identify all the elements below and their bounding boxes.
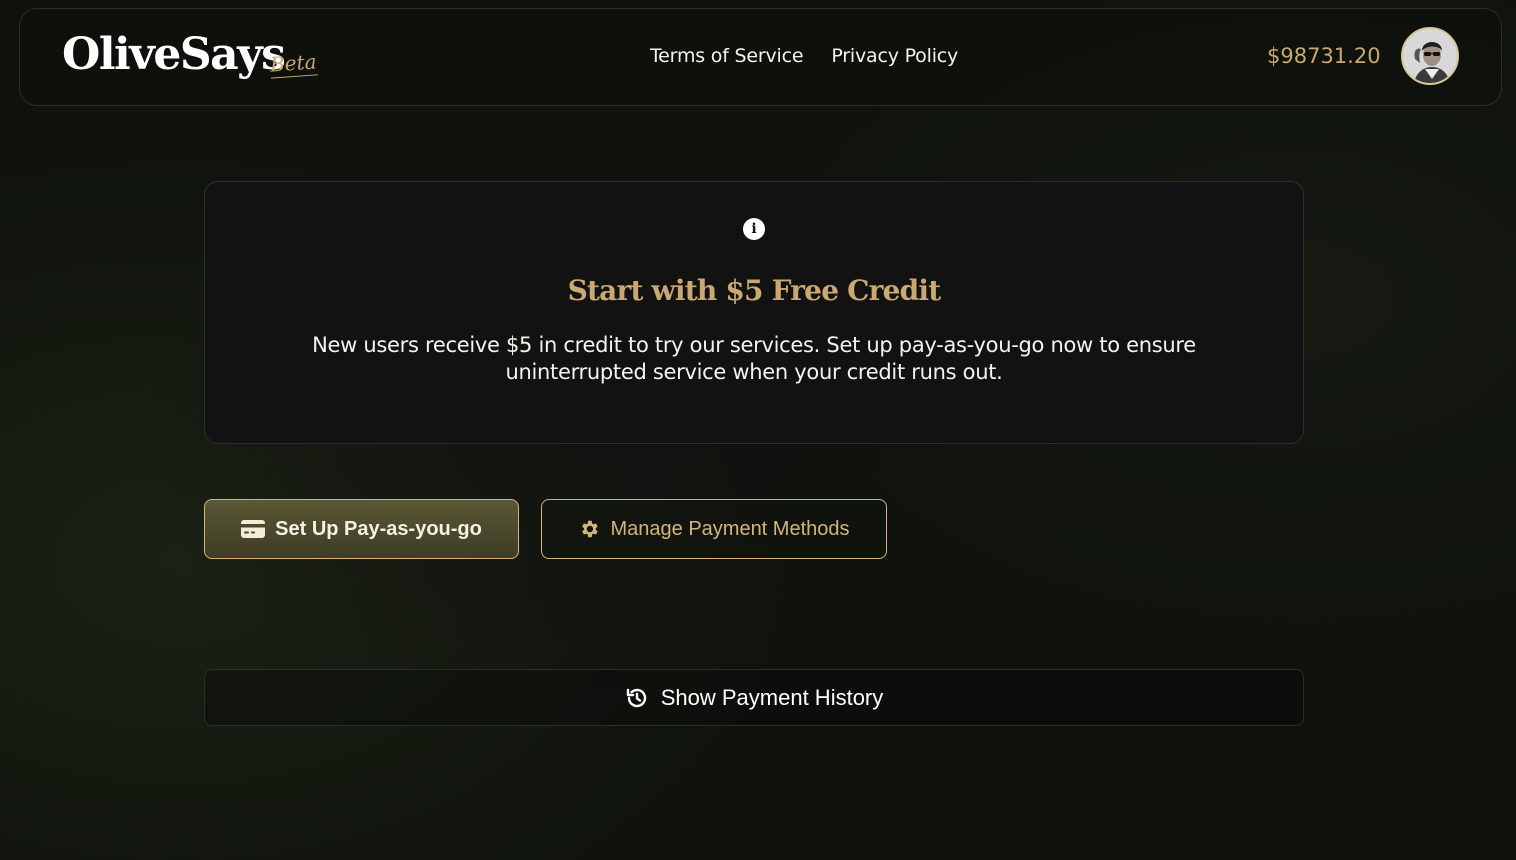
account-balance: $98731.20 xyxy=(1267,44,1381,68)
nav-terms-of-service[interactable]: Terms of Service xyxy=(650,45,804,67)
manage-button-label: Manage Payment Methods xyxy=(610,517,850,540)
notice-body: New users receive $5 in credit to try ou… xyxy=(312,333,1196,384)
info-icon: i xyxy=(743,218,765,240)
free-credit-notice: i Start with $5 Free Credit New users re… xyxy=(204,181,1304,444)
credit-card-icon xyxy=(241,520,266,538)
top-nav: Terms of Service Privacy Policy xyxy=(650,45,958,67)
nav-privacy-policy[interactable]: Privacy Policy xyxy=(831,45,958,67)
user-avatar[interactable] xyxy=(1401,27,1459,85)
setup-button-label: Set Up Pay-as-you-go xyxy=(275,517,482,540)
gear-icon xyxy=(578,518,600,540)
beta-badge: Beta xyxy=(269,49,318,79)
top-header: OliveSays Beta Terms of Service Privacy … xyxy=(19,8,1502,106)
manage-payment-methods-button[interactable]: Manage Payment Methods xyxy=(541,499,887,559)
history-button-label: Show Payment History xyxy=(660,684,884,710)
history-icon xyxy=(625,686,649,710)
setup-pay-as-you-go-button[interactable]: Set Up Pay-as-you-go xyxy=(204,499,519,559)
brand-logo[interactable]: OliveSays xyxy=(62,33,286,77)
notice-title: Start with $5 Free Credit xyxy=(567,274,942,307)
show-payment-history-button[interactable]: Show Payment History xyxy=(204,669,1304,726)
